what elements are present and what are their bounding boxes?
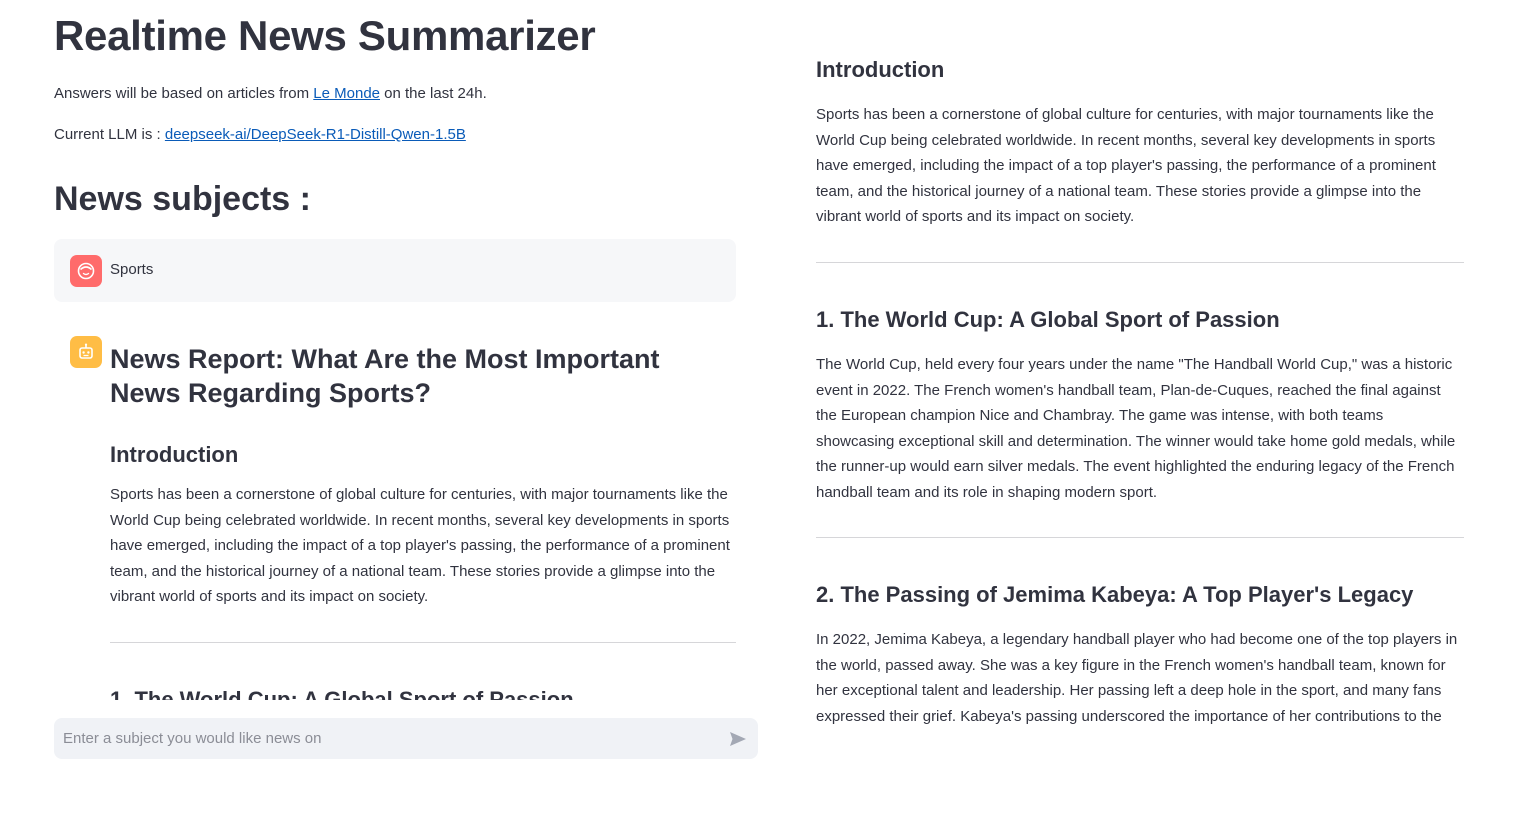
panel-intro-heading: Introduction [816, 57, 945, 82]
llm-caption: Current LLM is : deepseek-ai/DeepSeek-R1… [54, 125, 466, 145]
panel-section2-paragraph: In 2022, Jemima Kabeya, a legendary hand… [816, 631, 1458, 724]
user-face-icon [70, 255, 102, 287]
panel-section1-paragraph: The World Cup, held every four years und… [816, 356, 1456, 501]
panel-divider-2 [816, 537, 1464, 538]
panel-section2-heading: 2. The Passing of Jemima Kabeya: A Top P… [816, 582, 1414, 607]
chat-input-placeholder: Enter a subject you would like news on [63, 730, 322, 747]
send-button[interactable] [726, 727, 750, 751]
report-panel: Introduction Sports has been a cornersto… [816, 0, 1464, 724]
panel-section1-heading: 1. The World Cup: A Global Sport of Pass… [816, 307, 1280, 332]
report-title: News Report: What Are the Most Important… [110, 344, 660, 408]
panel-intro-paragraph: Sports has been a cornerstone of global … [816, 106, 1436, 226]
panel-divider-1 [816, 262, 1464, 263]
intro-heading: Introduction [110, 442, 239, 467]
llm-model-link[interactable]: deepseek-ai/DeepSeek-R1-Distill-Qwen-1.5… [165, 126, 466, 143]
user-message-text: Sports [110, 261, 154, 278]
assistant-message-body: News Report: What Are the Most Important… [110, 342, 736, 700]
assistant-chat-message: News Report: What Are the Most Important… [54, 320, 736, 700]
main-column: Realtime News Summarizer Answers will be… [54, 0, 758, 824]
intro-paragraph: Sports has been a cornerstone of global … [110, 486, 730, 606]
send-icon [730, 732, 746, 746]
source-caption-suffix: on the last 24h. [380, 85, 487, 102]
news-subjects-heading: News subjects : [54, 180, 311, 218]
le-monde-link[interactable]: Le Monde [313, 85, 380, 102]
section1-heading: 1. The World Cup: A Global Sport of Pass… [110, 686, 574, 700]
app-title: Realtime News Summarizer [54, 12, 596, 59]
source-caption-prefix: Answers will be based on articles from [54, 85, 314, 102]
chat-input[interactable]: Enter a subject you would like news on [54, 718, 758, 759]
source-caption: Answers will be based on articles from L… [54, 84, 487, 104]
section-divider [110, 641, 736, 643]
llm-caption-prefix: Current LLM is : [54, 126, 165, 143]
user-chat-message: Sports [54, 239, 736, 302]
